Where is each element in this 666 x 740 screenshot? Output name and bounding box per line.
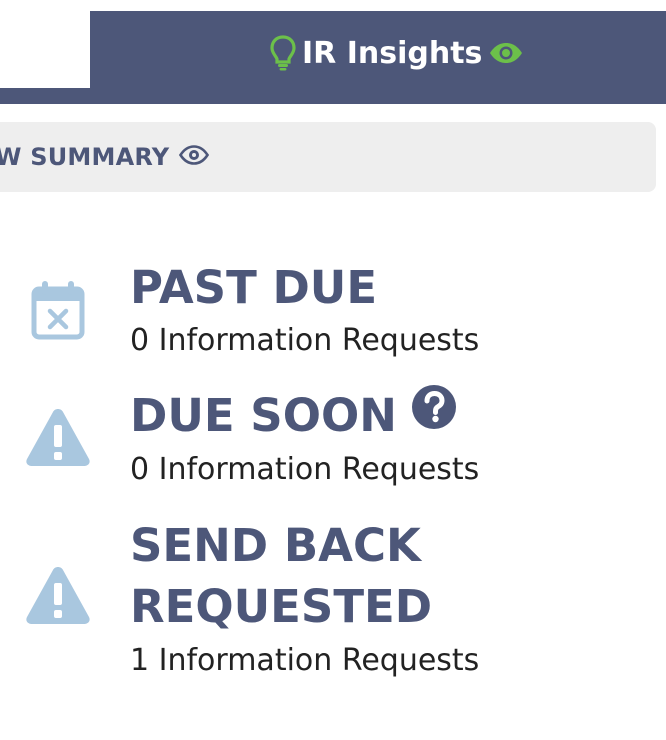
- status-count: 1 Information Requests: [130, 643, 480, 678]
- ir-dashboard-panel: IR Insights W SUMMARY PAST DUE 0 Informa…: [0, 0, 666, 740]
- status-count: 0 Information Requests: [130, 452, 480, 487]
- eye-icon: [488, 41, 524, 65]
- status-send-back-requested[interactable]: SEND BACK REQUESTED 1 Information Reques…: [0, 515, 666, 685]
- header-tab-blank[interactable]: [0, 11, 90, 88]
- status-title-line1: SEND BACK: [130, 519, 421, 572]
- status-title-line2: REQUESTED: [130, 580, 433, 633]
- summary-label: W SUMMARY: [0, 143, 170, 171]
- status-title-wrap: DUE SOON: [130, 385, 457, 447]
- status-past-due[interactable]: PAST DUE 0 Information Requests: [0, 255, 666, 365]
- warning-icon: [25, 407, 91, 471]
- status-title: PAST DUE: [130, 261, 378, 314]
- ir-insights-label: IR Insights: [302, 35, 483, 71]
- status-count: 0 Information Requests: [130, 323, 480, 358]
- summary-toggle[interactable]: W SUMMARY: [0, 122, 656, 192]
- status-due-soon[interactable]: DUE SOON 0 Information Requests: [0, 385, 666, 495]
- lightbulb-icon: [270, 35, 296, 71]
- status-title: DUE SOON: [130, 389, 397, 442]
- top-header-bar: IR Insights: [0, 11, 666, 104]
- question-circle-icon[interactable]: [411, 384, 457, 446]
- calendar-x-icon: [30, 279, 86, 345]
- ir-insights-button[interactable]: IR Insights: [270, 33, 524, 73]
- warning-icon: [25, 565, 91, 629]
- eye-icon: [179, 145, 210, 169]
